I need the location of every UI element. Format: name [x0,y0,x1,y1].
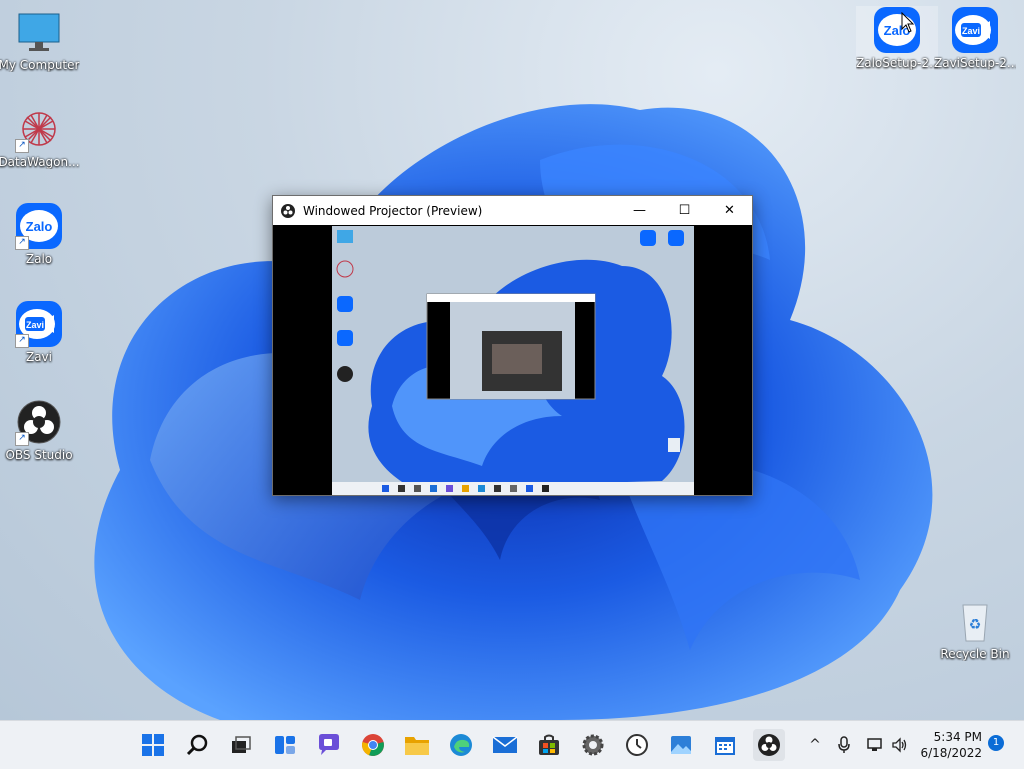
shortcut-arrow-icon: ↗ [15,432,29,446]
network-icon[interactable] [864,733,886,757]
minimize-button[interactable]: — [617,196,662,225]
zavi-icon-text: Zavi [26,320,44,330]
search-icon[interactable] [181,729,213,761]
clock-date: 6/18/2022 [920,746,982,760]
mouse-cursor-icon [901,12,915,33]
obs-icon[interactable] [753,729,785,761]
desktop-icon-label: Zalo [25,252,53,266]
edge-icon[interactable] [445,729,477,761]
calendar-icon[interactable] [709,729,741,761]
settings-icon[interactable] [577,729,609,761]
start-icon[interactable] [137,729,169,761]
taskbar: ^ 5:34 PM 6/18/2022 [0,720,1024,769]
zalo-icon-text: Zalo [26,219,53,234]
show-hidden-icons-chevron[interactable]: ^ [804,733,826,757]
desktop-icon-label: DataWagon... [0,155,80,169]
projector-preview [332,226,694,495]
zavi-icon-text: Zavi [962,26,980,36]
desktop-icon-label: ZaviSetup-2... [934,56,1016,70]
close-button[interactable]: ✕ [707,196,752,225]
photos-icon[interactable] [665,729,697,761]
desktop-icon-recycle-bin[interactable]: ♻ Recycle Bin [934,597,1016,661]
desktop-icon-label: Recycle Bin [940,647,1010,661]
desktop-icon-zavi[interactable]: Zavi ↗ Zavi [0,300,80,364]
desktop-icon-obs-studio[interactable]: ↗ OBS Studio [0,398,80,462]
zalo-icon: Zalo ↗ [15,202,63,250]
monitor-icon [15,8,63,56]
file-explorer-icon[interactable] [401,729,433,761]
mail-icon[interactable] [489,729,521,761]
desktop-icon-zalosetup[interactable]: Zalo ZaloSetup-2... [856,6,938,70]
desktop-icon-label: OBS Studio [5,448,73,462]
widgets-icon[interactable] [269,729,301,761]
clock-icon[interactable] [621,729,653,761]
microphone-icon[interactable] [833,733,855,757]
shortcut-arrow-icon: ↗ [15,236,29,250]
chrome-icon[interactable] [357,729,389,761]
desktop-icon-zalo[interactable]: Zalo ↗ Zalo [0,202,80,266]
shortcut-arrow-icon: ↗ [15,334,29,348]
window-title: Windowed Projector (Preview) [303,203,483,218]
clock-time: 5:34 PM [933,730,982,744]
chat-icon[interactable] [313,729,345,761]
recycle-bin-icon: ♻ [951,597,999,645]
zavi-icon: Zavi ↗ [15,300,63,348]
zavi-icon: Zavi [951,6,999,54]
maximize-button[interactable]: ☐ [662,196,707,225]
projector-window[interactable]: Windowed Projector (Preview) — ☐ ✕ [272,195,753,496]
store-icon[interactable] [533,729,565,761]
datawagon-icon: ↗ [15,105,63,153]
notification-badge[interactable]: 1 [988,735,1004,751]
system-clock[interactable]: 5:34 PM 6/18/2022 [912,729,982,761]
obs-icon [281,203,295,218]
task-view-icon[interactable] [225,729,257,761]
desktop-icon-zavisetup[interactable]: Zavi ZaviSetup-2... [934,6,1016,70]
preview-desktop-image [332,226,694,495]
svg-text:♻: ♻ [969,617,982,633]
projector-titlebar[interactable]: Windowed Projector (Preview) — ☐ ✕ [273,196,752,225]
desktop-icon-label: ZaloSetup-2... [856,56,938,70]
obs-icon: ↗ [15,398,63,446]
desktop-icon-my-computer[interactable]: My Computer [0,8,80,72]
volume-icon[interactable] [889,733,911,757]
desktop-icon-datawagon[interactable]: ↗ DataWagon... [0,105,80,169]
desktop-icon-label: Zavi [25,350,52,364]
shortcut-arrow-icon: ↗ [15,139,29,153]
desktop: My Computer ↗ DataWagon... Zalo ↗ Zalo Z… [0,0,1024,720]
desktop-icon-label: My Computer [0,58,80,72]
